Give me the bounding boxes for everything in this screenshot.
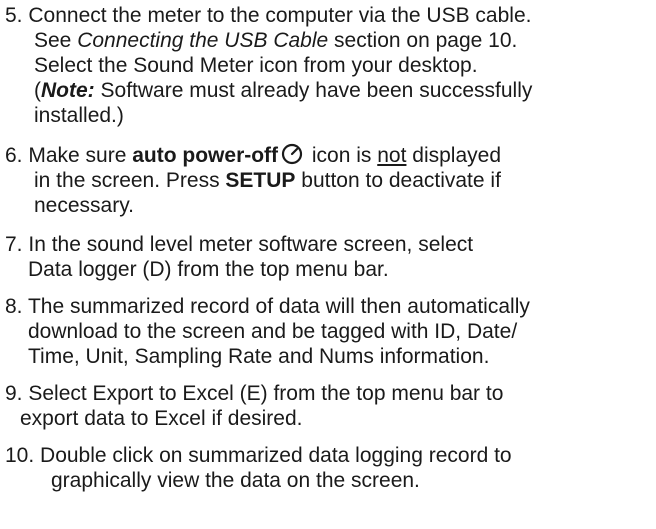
- emphasis-not: not: [377, 144, 407, 167]
- step-number: 8.: [5, 295, 28, 318]
- step-6: 6. Make sure auto power-off icon is not …: [5, 143, 502, 217]
- step-9: 9. Select Export to Excel (E) from the t…: [5, 382, 504, 430]
- section-reference: Connecting the USB Cable: [77, 29, 329, 52]
- manual-page: 5. Connect the meter to the computer via…: [0, 0, 656, 529]
- step-number: 7.: [5, 233, 29, 256]
- step-5: 5. Connect the meter to the computer via…: [5, 4, 533, 127]
- step-number: 9.: [5, 382, 29, 405]
- auto-power-off-icon: [281, 143, 303, 165]
- note-label: Note:: [41, 79, 95, 102]
- step-8: 8. The summarized record of data will th…: [5, 295, 530, 368]
- step-number: 6.: [5, 144, 29, 167]
- auto-power-off-term: auto power-off: [132, 144, 279, 167]
- step-number: 10.: [5, 444, 41, 467]
- setup-button-label: SETUP: [225, 169, 296, 192]
- step-7: 7. In the sound level meter software scr…: [5, 233, 474, 281]
- step-10: 10. Double click on summarized data logg…: [5, 444, 512, 492]
- step-text: Connect the meter to the computer via th…: [28, 4, 532, 27]
- step-number: 5.: [5, 4, 29, 27]
